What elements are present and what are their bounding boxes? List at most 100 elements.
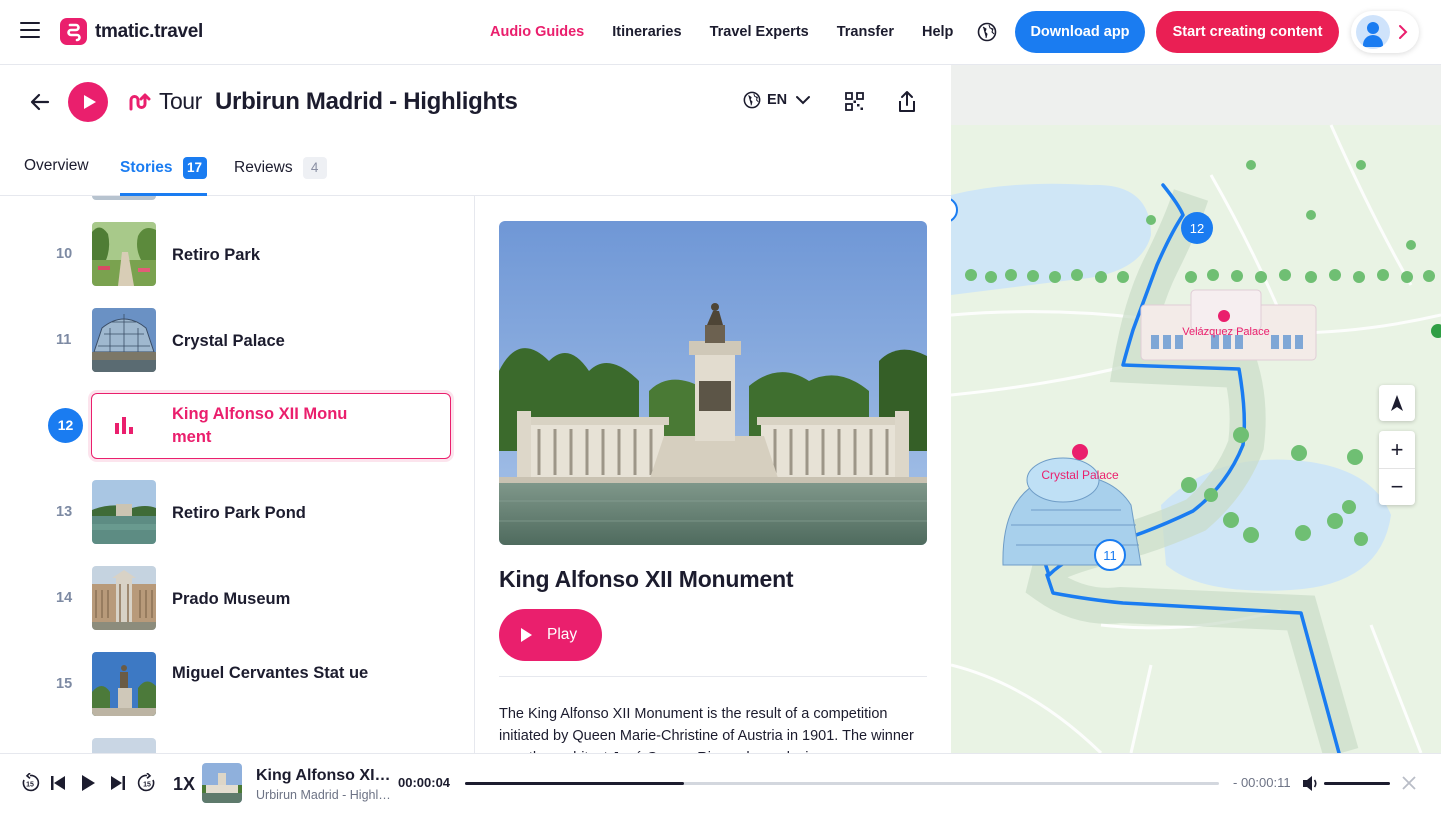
volume-icon[interactable] <box>1302 775 1320 792</box>
download-app-button[interactable]: Download app <box>1015 11 1145 53</box>
story-title: King Alfonso XII Monu ment <box>172 405 348 446</box>
nav-help[interactable]: Help <box>922 24 953 40</box>
tab-stories-label: Stories <box>120 159 173 176</box>
top-navigation-bar: tmatic.travel Audio Guides Itineraries T… <box>0 0 1441 65</box>
story-thumbnail <box>92 480 156 544</box>
start-creating-content-button[interactable]: Start creating content <box>1156 11 1339 53</box>
elapsed-time: 00:00:04 <box>398 775 451 790</box>
tour-tabs: Overview Stories 17 Reviews 4 <box>0 140 951 196</box>
story-thumbnail[interactable] <box>92 196 156 200</box>
story-title-heading: King Alfonso XII Monument <box>499 566 794 592</box>
locate-me-button[interactable] <box>1379 385 1415 421</box>
language-code: EN <box>767 92 788 108</box>
audio-player-bar: 15 15 1X King Alfonso XII Monument Urbir… <box>0 753 1441 813</box>
close-icon[interactable] <box>1402 776 1416 790</box>
avatar <box>1356 15 1390 49</box>
story-thumbnail <box>92 222 156 286</box>
story-number: 15 <box>56 676 73 692</box>
qr-code-icon[interactable] <box>845 92 864 111</box>
now-playing-subtitle: Urbirun Madrid - Highlights <box>256 788 391 802</box>
story-list: 10 Retiro Park 11 Crystal Palace 12 King… <box>0 196 475 753</box>
page-title: Urbirun Madrid - Highlights <box>215 88 518 115</box>
story-title: Retiro Park <box>172 246 261 264</box>
map-label-crystal: Crystal Palace <box>1041 468 1119 482</box>
share-icon[interactable] <box>896 90 918 114</box>
playback-progress-fill <box>465 782 684 785</box>
tour-icon <box>129 93 151 110</box>
map-zoom-control: + − <box>1379 431 1415 505</box>
story-number: 11 <box>56 332 72 348</box>
brand-name: tmatic.travel <box>95 20 204 42</box>
tab-stories[interactable]: Stories 17 <box>120 157 207 179</box>
play-icon[interactable] <box>80 774 96 792</box>
story-item-active[interactable]: 12 King Alfonso XII Monu ment <box>0 393 474 459</box>
story-description: The King Alfonso XII Monument is the res… <box>499 706 914 753</box>
story-number: 13 <box>56 504 73 520</box>
chevron-right-icon <box>1399 25 1408 39</box>
tab-overview[interactable]: Overview <box>24 157 89 175</box>
tab-reviews[interactable]: Reviews 4 <box>234 157 327 179</box>
story-thumbnail <box>92 652 156 716</box>
map-marker-previous-label: 11 <box>1103 548 1117 563</box>
story-item[interactable]: 10 Retiro Park <box>0 222 474 288</box>
forward-15-icon[interactable]: 15 <box>137 773 157 793</box>
rewind-15-icon[interactable]: 15 <box>20 773 40 793</box>
play-story-label: Play <box>547 626 578 643</box>
story-title: Crystal Palace <box>172 332 285 350</box>
back-arrow-icon[interactable] <box>28 90 52 114</box>
play-story-button[interactable]: Play <box>499 609 602 661</box>
language-selector[interactable]: EN <box>743 91 811 109</box>
tab-reviews-label: Reviews <box>234 159 293 176</box>
zoom-in-button[interactable]: + <box>1379 431 1415 468</box>
tour-map[interactable]: Velázquez Palace Crystal Palace 12 11 <box>951 65 1441 753</box>
nav-travel-experts[interactable]: Travel Experts <box>710 24 809 40</box>
rewind-seconds-label: 15 <box>26 782 34 789</box>
story-thumbnail[interactable] <box>92 738 156 753</box>
nav-itineraries[interactable]: Itineraries <box>612 24 681 40</box>
story-item[interactable]: 13 Retiro Park Pond <box>0 480 474 546</box>
playback-speed-button[interactable]: 1X <box>173 774 195 795</box>
stories-count-badge: 17 <box>182 157 207 179</box>
forward-seconds-label: 15 <box>143 782 151 789</box>
story-item[interactable]: 14 Prado Museum <box>0 566 474 632</box>
nav-transfer[interactable]: Transfer <box>837 24 894 40</box>
story-number: 14 <box>56 590 73 606</box>
story-title: Retiro Park Pond <box>172 504 306 522</box>
divider <box>499 676 927 677</box>
story-item[interactable]: 11 Crystal Palace <box>0 308 474 374</box>
story-title: Miguel Cervantes Stat ue <box>172 664 369 682</box>
story-hero-image <box>499 221 927 545</box>
map-label-velazquez: Velázquez Palace <box>1182 326 1269 338</box>
next-track-icon[interactable] <box>110 774 126 792</box>
tour-tag-text: Tour <box>159 88 202 114</box>
story-item[interactable]: 15 Miguel Cervantes Stat ue <box>0 652 474 718</box>
story-thumbnail <box>92 308 156 372</box>
main-nav: Audio Guides Itineraries Travel Experts … <box>490 0 981 64</box>
previous-track-icon[interactable] <box>50 774 66 792</box>
volume-slider-fill <box>1324 782 1390 785</box>
active-story-number-badge: 12 <box>48 408 83 443</box>
chevron-down-icon <box>796 96 811 105</box>
remaining-time: - 00:00:11 <box>1233 775 1291 790</box>
play-tour-button[interactable] <box>68 82 108 122</box>
story-number: 10 <box>56 246 73 262</box>
nav-audio-guides[interactable]: Audio Guides <box>490 24 584 40</box>
profile-menu[interactable] <box>1351 11 1419 53</box>
map-marker-current-label: 12 <box>1190 221 1204 236</box>
now-playing-equalizer-icon <box>115 417 133 434</box>
menu-icon[interactable] <box>20 22 40 40</box>
volume-slider[interactable] <box>1324 782 1390 785</box>
story-detail-panel: King Alfonso XII Monument Play The King … <box>476 196 951 753</box>
now-playing-title: King Alfonso XII Monument <box>256 767 391 784</box>
globe-icon[interactable] <box>977 22 997 42</box>
logo-mark-icon <box>60 18 87 45</box>
globe-icon <box>743 91 761 109</box>
play-icon <box>521 628 532 642</box>
reviews-count-badge: 4 <box>302 157 327 179</box>
playback-progress-bar[interactable] <box>465 782 1219 785</box>
zoom-out-button[interactable]: − <box>1379 468 1415 505</box>
tour-type-label: Tour <box>128 88 202 115</box>
story-thumbnail <box>92 566 156 630</box>
brand-logo[interactable]: tmatic.travel <box>60 18 203 45</box>
tab-overview-label: Overview <box>24 157 89 174</box>
